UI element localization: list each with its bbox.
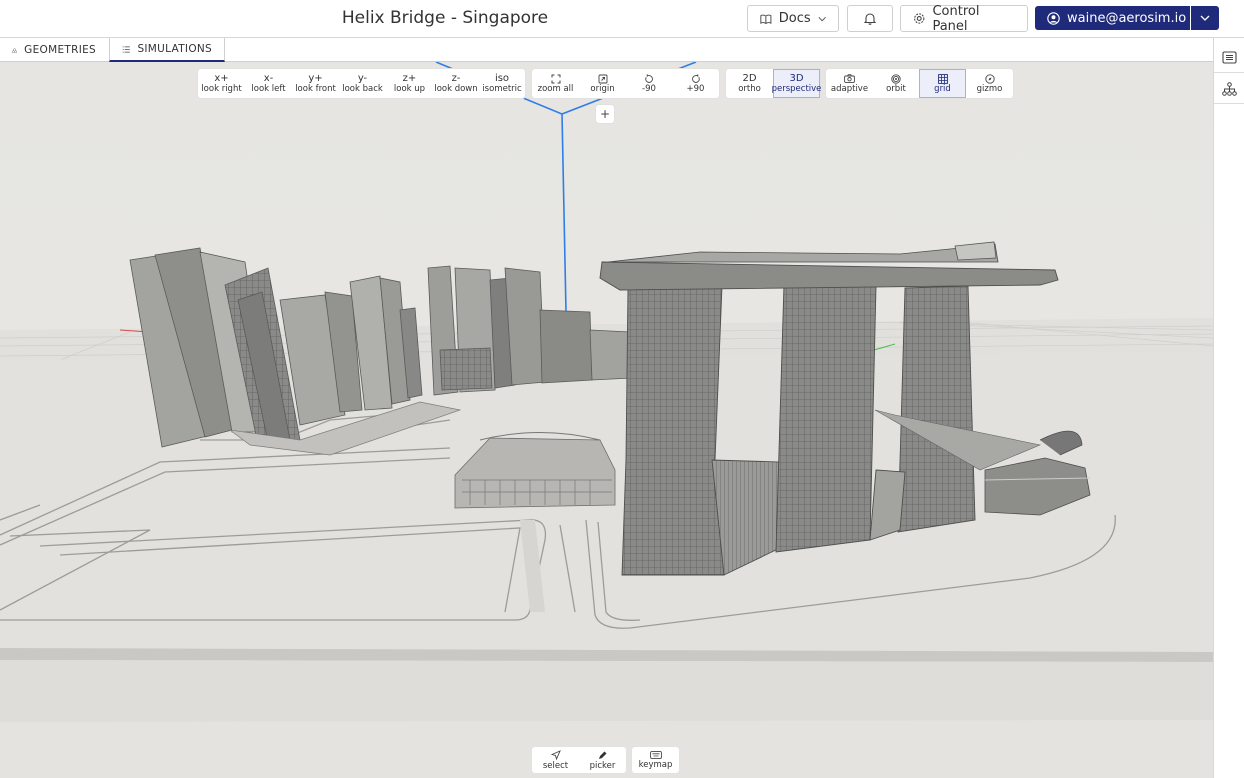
app-header: Helix Bridge - Singapore Docs Control Pa… — [0, 0, 1244, 38]
view-label: isometric — [482, 84, 522, 95]
tool-label: keymap — [638, 759, 673, 770]
display-options-toolbar: adaptive orbit grid gizmo — [826, 69, 1013, 98]
look-up-button[interactable]: z+ look up — [386, 69, 433, 98]
projection-label: ortho — [738, 84, 761, 95]
camera-label: +90 — [686, 84, 705, 95]
camera-toolbar: zoom all origin -90 +90 — [532, 69, 719, 98]
panel-list-icon — [1222, 51, 1237, 64]
tab-geometries[interactable]: GEOMETRIES — [0, 38, 108, 62]
chevron-down-icon — [818, 16, 826, 21]
orbit-icon — [891, 73, 901, 84]
zoom-all-icon — [551, 74, 560, 84]
3d-viewport[interactable] — [0, 62, 1213, 778]
city-model-scene — [0, 62, 1213, 778]
hierarchy-panel-button[interactable] — [1214, 74, 1244, 104]
hierarchy-icon — [1222, 81, 1237, 96]
add-toolbar-button[interactable]: + — [596, 105, 614, 123]
view-label: look front — [295, 84, 336, 95]
origin-button[interactable]: origin — [579, 69, 626, 98]
user-email: waine@aerosim.io — [1067, 10, 1187, 26]
list-icon — [122, 46, 130, 52]
option-label: grid — [934, 84, 951, 95]
view-direction-toolbar: x+ look right x-look left y+ look front y-… — [198, 69, 525, 98]
camera-icon — [844, 74, 855, 83]
rotate-ccw-icon — [645, 74, 653, 83]
gizmo-button[interactable]: gizmo — [966, 69, 1013, 98]
grid-button[interactable]: grid — [919, 69, 966, 98]
ortho-2d-button[interactable]: 2D ortho — [726, 69, 773, 98]
select-cursor-icon — [550, 749, 561, 760]
tab-simulations-label: SIMULATIONS — [137, 43, 212, 55]
option-label: adaptive — [830, 84, 869, 95]
bell-icon — [864, 13, 876, 25]
tool-label: select — [542, 760, 569, 771]
orbit-button[interactable]: orbit — [873, 69, 919, 98]
docs-label: Docs — [778, 11, 811, 26]
look-back-button[interactable]: y-look back — [339, 69, 386, 98]
right-rail — [1213, 38, 1244, 778]
view-label: look right — [201, 84, 242, 95]
view-label: look down — [434, 84, 478, 95]
notifications-button[interactable] — [847, 5, 893, 32]
rotate-cw-icon — [691, 74, 700, 83]
isometric-button[interactable]: iso isometric — [479, 69, 525, 98]
rotate-plus-90-button[interactable]: +90 — [672, 69, 719, 98]
origin-icon — [598, 74, 607, 84]
tool-label: picker — [589, 760, 616, 771]
keyboard-icon — [649, 750, 662, 759]
docs-button[interactable]: Docs — [747, 5, 839, 32]
camera-label: zoom all — [537, 84, 574, 95]
projection-label: perspective — [771, 84, 822, 95]
control-panel-button[interactable]: Control Panel — [900, 3, 1028, 34]
properties-panel-button[interactable] — [1214, 43, 1244, 73]
select-tool-button[interactable]: select — [532, 747, 579, 773]
look-down-button[interactable]: z-look down — [433, 69, 479, 98]
projection-toolbar: 2D ortho 3D perspective — [726, 69, 822, 98]
user-menu-button[interactable]: waine@aerosim.io — [1035, 6, 1190, 30]
gizmo-icon — [984, 73, 995, 84]
user-dropdown-toggle[interactable] — [1191, 6, 1219, 30]
keymap-button[interactable]: keymap — [632, 747, 679, 773]
look-right-button[interactable]: x+ look right — [198, 69, 245, 98]
picker-tool-button[interactable]: picker — [579, 747, 626, 773]
look-front-button[interactable]: y+ look front — [292, 69, 339, 98]
tab-simulations[interactable]: SIMULATIONS — [109, 38, 225, 62]
option-label: orbit — [886, 84, 906, 95]
keymap-tool: keymap — [632, 747, 679, 773]
zoom-all-button[interactable]: zoom all — [532, 69, 579, 98]
chevron-down-icon — [1200, 15, 1210, 21]
rotate-minus-90-button[interactable]: -90 — [626, 69, 672, 98]
grid-icon — [937, 73, 948, 84]
book-icon — [760, 14, 772, 24]
control-panel-label: Control Panel — [932, 3, 980, 34]
view-label: look back — [342, 84, 383, 95]
tab-bar: GEOMETRIES SIMULATIONS — [0, 38, 1213, 62]
adaptive-button[interactable]: adaptive — [826, 69, 873, 98]
gear-icon — [914, 13, 925, 24]
camera-label: origin — [590, 84, 615, 95]
view-label: look up — [393, 84, 426, 95]
geometries-icon — [12, 47, 17, 53]
tab-geometries-label: GEOMETRIES — [24, 44, 96, 56]
picker-icon — [598, 751, 606, 759]
view-label: look left — [251, 84, 286, 95]
perspective-3d-button[interactable]: 3D perspective — [771, 69, 822, 98]
camera-label: -90 — [642, 84, 656, 95]
selection-tools: select picker — [532, 747, 626, 773]
look-left-button[interactable]: x-look left — [245, 69, 292, 98]
user-circle-icon — [1047, 11, 1060, 25]
option-label: gizmo — [976, 84, 1003, 95]
